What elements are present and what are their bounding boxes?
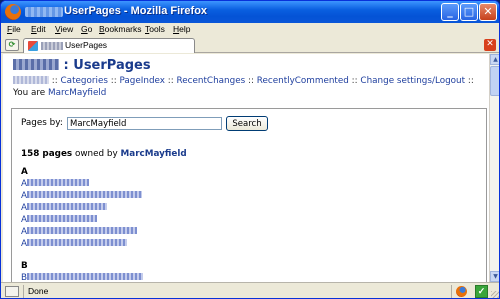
group-letter-a: A — [21, 167, 28, 177]
nav-categories[interactable]: Categories — [61, 76, 108, 86]
firefox-status-icon[interactable] — [456, 286, 467, 297]
menu-tools[interactable]: Tools — [145, 24, 165, 34]
browser-window: UserPages - Mozilla Firefox _ □ ✕ File E… — [0, 0, 500, 299]
page-header: : UserPages :: Categories :: PageIndex :… — [13, 58, 485, 99]
search-label: Pages by: — [21, 118, 63, 128]
home-link-redacted[interactable] — [13, 76, 49, 84]
update-check-icon[interactable]: ✓ — [475, 285, 488, 298]
reload-tab-icon[interactable]: ⟳ — [5, 39, 19, 51]
list-item[interactable]: B — [21, 273, 144, 282]
title-bar[interactable]: UserPages - Mozilla Firefox _ □ ✕ — [1, 1, 499, 23]
tab-bar: ⟳ UserPages ✕ — [1, 37, 499, 53]
vertical-scrollbar[interactable]: ▲ ▼ — [489, 54, 499, 282]
menu-file[interactable]: File — [7, 24, 21, 34]
site-favicon-icon — [28, 41, 38, 51]
user-line: You are MarcMayfield — [13, 88, 107, 98]
status-page-icon — [5, 286, 19, 297]
menu-help[interactable]: Help — [173, 24, 190, 34]
search-input[interactable] — [67, 117, 222, 130]
page-count: 158 pages owned by MarcMayfield — [21, 149, 187, 159]
status-divider — [23, 285, 24, 298]
search-button[interactable]: Search — [226, 116, 268, 131]
status-divider — [451, 285, 452, 298]
minimize-button[interactable]: _ — [441, 3, 459, 21]
owner-name[interactable]: MarcMayfield — [121, 149, 187, 159]
list-item[interactable]: A — [21, 227, 138, 238]
nav-recentlycommented[interactable]: RecentlyCommented — [257, 76, 349, 86]
page-title: : UserPages — [13, 58, 485, 74]
menu-go[interactable]: Go — [81, 24, 92, 34]
menu-view[interactable]: View — [55, 24, 73, 34]
resize-grip-icon[interactable] — [491, 291, 499, 298]
nav-links: :: Categories :: PageIndex :: RecentChan… — [13, 75, 485, 87]
close-tab-icon[interactable]: ✕ — [484, 39, 496, 51]
tab-label: UserPages — [65, 40, 108, 50]
site-name-redacted — [13, 59, 59, 70]
nav-pageindex[interactable]: PageIndex — [119, 76, 165, 86]
status-bar: Done ✓ — [1, 282, 499, 298]
list-item[interactable]: A — [21, 191, 143, 202]
menu-bar: File Edit View Go Bookmarks Tools Help — [1, 23, 499, 37]
user-link[interactable]: MarcMayfield — [48, 88, 106, 98]
tab-userpages[interactable]: UserPages — [23, 38, 195, 53]
maximize-button[interactable]: □ — [460, 3, 478, 21]
list-item[interactable]: A — [21, 239, 128, 250]
scroll-thumb[interactable] — [490, 66, 499, 96]
page-viewport: : UserPages :: Categories :: PageIndex :… — [3, 54, 489, 282]
scroll-down-icon[interactable]: ▼ — [490, 271, 499, 282]
list-item[interactable]: A — [21, 215, 98, 226]
nav-recentchanges[interactable]: RecentChanges — [177, 76, 246, 86]
status-text: Done — [28, 286, 49, 296]
title-redacted-prefix — [25, 7, 63, 17]
list-item[interactable]: A — [21, 203, 108, 214]
content-box: Pages by: Search 158 pages owned by Marc… — [11, 108, 487, 282]
scroll-up-icon[interactable]: ▲ — [490, 54, 499, 65]
list-item[interactable]: A — [21, 179, 90, 190]
page-title-text[interactable]: UserPages — [73, 58, 150, 73]
group-letter-b: B — [21, 261, 28, 271]
menu-bookmarks[interactable]: Bookmarks — [99, 24, 142, 34]
tab-redacted-prefix — [41, 42, 63, 50]
nav-settings-logout[interactable]: Change settings/Logout — [360, 76, 465, 86]
window-title: UserPages - Mozilla Firefox — [64, 5, 208, 17]
close-button[interactable]: ✕ — [479, 3, 497, 21]
menu-edit[interactable]: Edit — [31, 24, 46, 34]
firefox-icon — [5, 4, 21, 20]
